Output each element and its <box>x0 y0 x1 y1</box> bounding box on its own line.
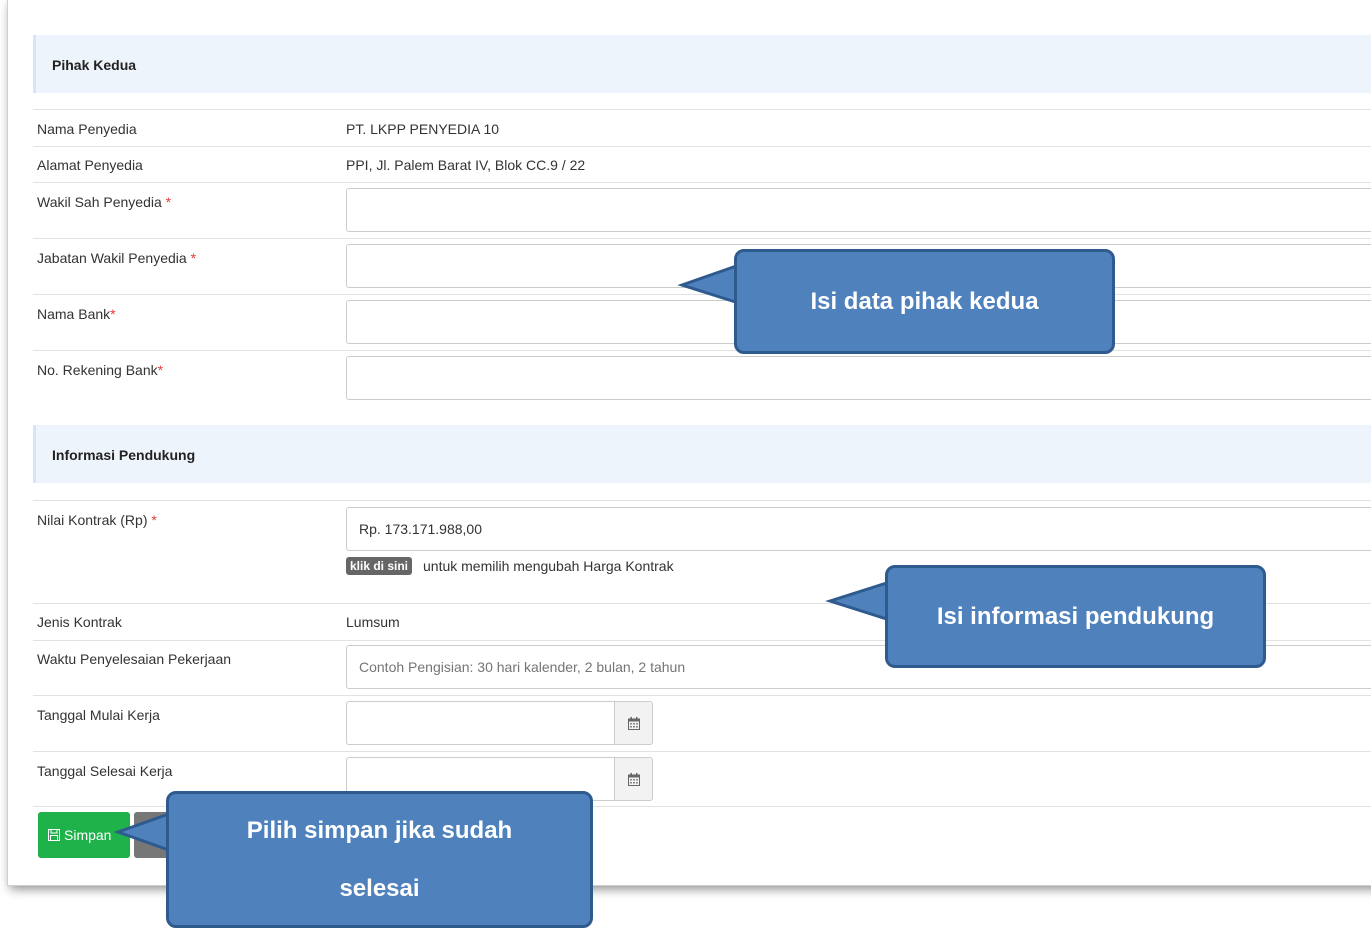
callout-tail-mask <box>180 813 187 851</box>
